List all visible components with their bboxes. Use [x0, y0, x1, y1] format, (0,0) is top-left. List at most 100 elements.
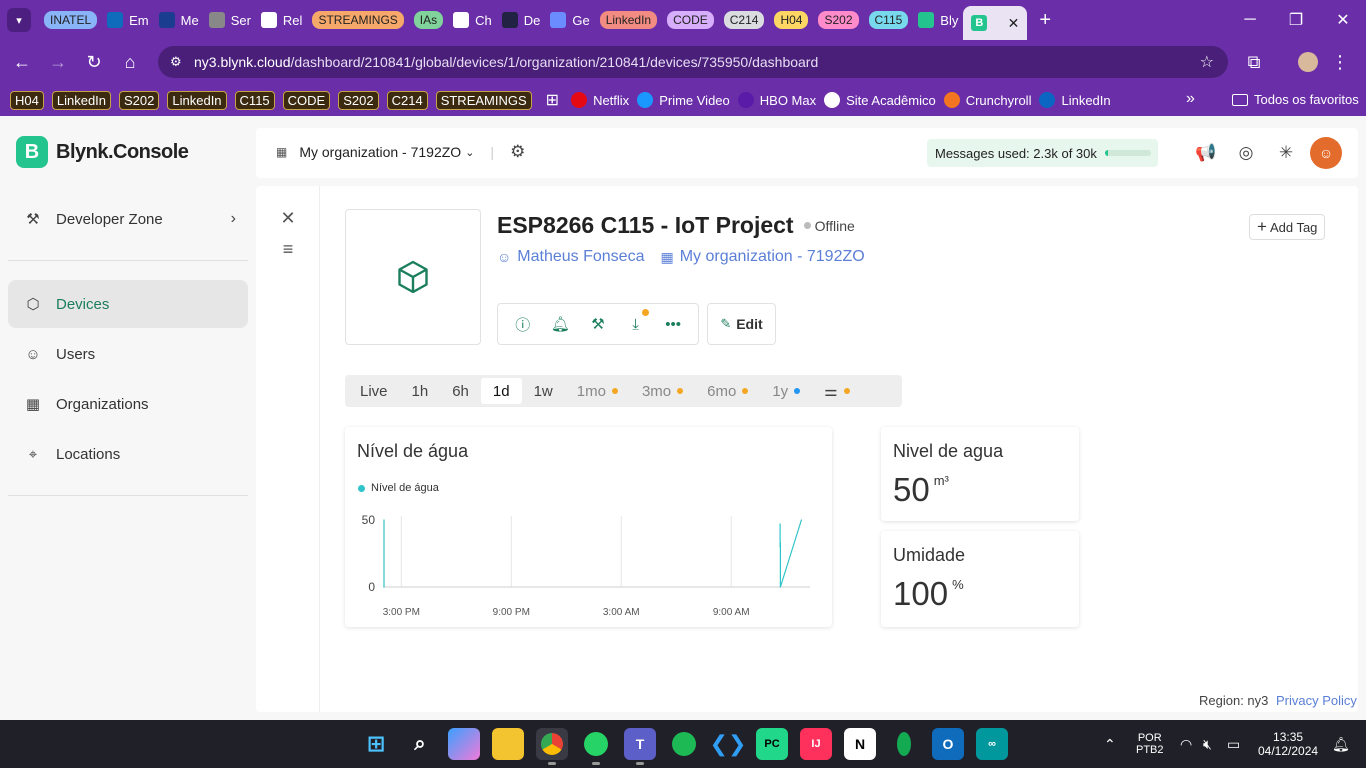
custom-range-sliders-icon[interactable]: ⚌ — [812, 378, 861, 404]
reload-button[interactable]: ↻ — [76, 44, 112, 80]
close-icon[interactable]: ✕ — [276, 206, 300, 230]
sidebar-item-developer-zone[interactable]: ⚒ Developer Zone › — [8, 195, 248, 243]
wifi-icon[interactable]: ◠ — [1180, 720, 1192, 768]
bookmark-streamings[interactable]: STREAMINGS — [435, 90, 532, 110]
bookmark-linkedin[interactable]: LinkedIn — [51, 90, 112, 110]
bookmark-s202[interactable]: S202 — [338, 90, 379, 110]
minimize-button[interactable]: ─ — [1227, 0, 1273, 40]
brand[interactable]: B Blynk.Console — [16, 136, 189, 168]
bug-icon[interactable]: ✳ — [1275, 142, 1297, 164]
tab-h04[interactable]: H04 — [769, 0, 813, 40]
tab-linkedin[interactable]: LinkedIn — [595, 0, 662, 40]
spotify-icon[interactable] — [668, 728, 700, 760]
tab-ge[interactable]: Ge — [545, 0, 594, 40]
tab-blynk-active[interactable]: B ✕ — [963, 6, 1028, 40]
device-org-link[interactable]: My organization - 7192ZO — [680, 248, 865, 266]
tab-me[interactable]: Me — [154, 0, 204, 40]
time-range-3mo[interactable]: 3mo — [630, 378, 695, 404]
tab-ser[interactable]: Ser — [204, 0, 256, 40]
add-tag-button[interactable]: + Add Tag — [1249, 214, 1326, 240]
privacy-policy-link[interactable]: Privacy Policy — [1276, 693, 1357, 708]
tab-de[interactable]: De — [497, 0, 546, 40]
user-avatar[interactable]: ☺ — [1310, 137, 1342, 169]
download-icon[interactable]: ⤓ — [625, 309, 649, 335]
bookmark-hbo-max[interactable]: HBO Max — [737, 92, 816, 108]
bookmark-linkedin[interactable]: LinkedIn — [1039, 92, 1111, 108]
copilot-icon[interactable] — [448, 728, 480, 760]
bookmark-c115[interactable]: C115 — [234, 90, 275, 110]
bookmark-linkedin[interactable]: LinkedIn — [167, 90, 227, 110]
bookmark-h04[interactable]: H04 — [10, 90, 44, 110]
arduino-icon[interactable]: ∞ — [976, 728, 1008, 760]
all-bookmarks-button[interactable]: Todos os favoritos — [1232, 92, 1359, 107]
time-range-1d[interactable]: 1d — [480, 378, 522, 404]
help-lifebuoy-icon[interactable]: ◎ — [1235, 142, 1257, 164]
edit-button[interactable]: ✎ Edit — [707, 303, 776, 345]
organization-selector[interactable]: ▦ My organization - 7192ZO ⌄ | ⚙ — [276, 142, 525, 162]
restore-button[interactable]: ❐ — [1273, 0, 1319, 40]
sidebar-item-locations[interactable]: ⌖ Locations — [8, 430, 248, 478]
tab-em[interactable]: Em — [102, 0, 154, 40]
bookmark-netflix[interactable]: Netflix — [571, 92, 629, 108]
sidebar-item-users[interactable]: ☺ Users — [8, 330, 248, 378]
apps-grid-icon[interactable]: ⊞ — [546, 90, 559, 110]
site-info-icon[interactable]: ⚙ — [170, 54, 182, 70]
windows-start-icon[interactable]: ⊞ — [360, 728, 392, 760]
bookmark-code[interactable]: CODE — [282, 90, 331, 110]
bookmarks-overflow-icon[interactable]: » — [1186, 90, 1195, 108]
tab-bly[interactable]: Bly — [913, 0, 963, 40]
back-button[interactable]: ← — [4, 44, 40, 80]
forward-button[interactable]: → — [40, 44, 76, 80]
profile-avatar[interactable] — [1298, 52, 1318, 72]
bell-icon[interactable]: 🔔︎ — [549, 313, 571, 335]
bookmark-prime-video[interactable]: Prime Video — [637, 92, 730, 108]
vscode-icon[interactable]: ❮❯ — [710, 728, 747, 760]
notification-bell-icon[interactable]: 🔔︎ — [1332, 720, 1350, 768]
sidebar-item-organizations[interactable]: ▦ Organizations — [8, 380, 248, 428]
tab-code[interactable]: CODE — [662, 0, 719, 40]
tab-search-button[interactable]: ▾ — [7, 8, 31, 32]
sidebar-item-devices[interactable]: ⬡ Devices — [8, 280, 248, 328]
address-bar[interactable]: ⚙ ny3.blynk.cloud/dashboard/210841/globa… — [158, 46, 1228, 78]
search-icon[interactable]: ⌕ — [404, 728, 436, 760]
time-range-1mo[interactable]: 1mo — [565, 378, 630, 404]
clock[interactable]: 13:35 04/12/2024 — [1258, 720, 1318, 768]
tab-c214[interactable]: C214 — [719, 0, 770, 40]
tab-rel[interactable]: Rel — [256, 0, 308, 40]
bookmark-s202[interactable]: S202 — [119, 90, 160, 110]
time-range-1y[interactable]: 1y — [760, 378, 812, 404]
volume-muted-icon[interactable]: 🔇︎ — [1203, 720, 1212, 768]
extensions-icon[interactable]: ⧉ — [1236, 44, 1272, 80]
hamburger-menu-icon[interactable]: ≡ — [276, 237, 300, 261]
intellij-icon[interactable]: IJ — [800, 728, 832, 760]
chrome-icon[interactable] — [536, 728, 568, 765]
megaphone-icon[interactable]: 📢 — [1195, 142, 1217, 164]
device-owner-link[interactable]: Matheus Fonseca — [517, 248, 644, 266]
tab-inatel[interactable]: INATEL — [39, 0, 102, 40]
language-indicator[interactable]: POR PTB2 — [1136, 720, 1164, 768]
notion-icon[interactable]: N — [844, 728, 876, 760]
teams-icon[interactable]: T — [624, 728, 656, 765]
battery-icon[interactable]: ▭ — [1227, 720, 1240, 768]
bookmark-star-icon[interactable]: ☆ — [1200, 52, 1214, 72]
time-range-1w[interactable]: 1w — [522, 378, 565, 404]
tab-s202[interactable]: S202 — [813, 0, 863, 40]
more-icon[interactable]: ••• — [662, 313, 684, 335]
mongodb-icon[interactable] — [888, 728, 920, 760]
new-tab-button[interactable]: + — [1039, 9, 1051, 32]
time-range-1h[interactable]: 1h — [400, 378, 441, 404]
home-button[interactable]: ⌂ — [112, 44, 148, 80]
settings-gear-icon[interactable]: ⚙ — [510, 142, 525, 162]
tab-ias[interactable]: IAs — [409, 0, 448, 40]
file-explorer-icon[interactable] — [492, 728, 524, 760]
bookmark-c214[interactable]: C214 — [386, 90, 428, 110]
time-range-6h[interactable]: 6h — [440, 378, 481, 404]
browser-menu-icon[interactable]: ⋮ — [1322, 44, 1358, 80]
bookmark-site-acadêmico[interactable]: Site Acadêmico — [824, 92, 936, 108]
outlook-icon[interactable]: O — [932, 728, 964, 760]
tools-icon[interactable]: ⚒ — [587, 313, 609, 335]
tab-ch[interactable]: Ch — [448, 0, 497, 40]
whatsapp-icon[interactable] — [580, 728, 612, 765]
bookmark-crunchyroll[interactable]: Crunchyroll — [943, 92, 1031, 108]
time-range-Live[interactable]: Live — [348, 378, 400, 404]
